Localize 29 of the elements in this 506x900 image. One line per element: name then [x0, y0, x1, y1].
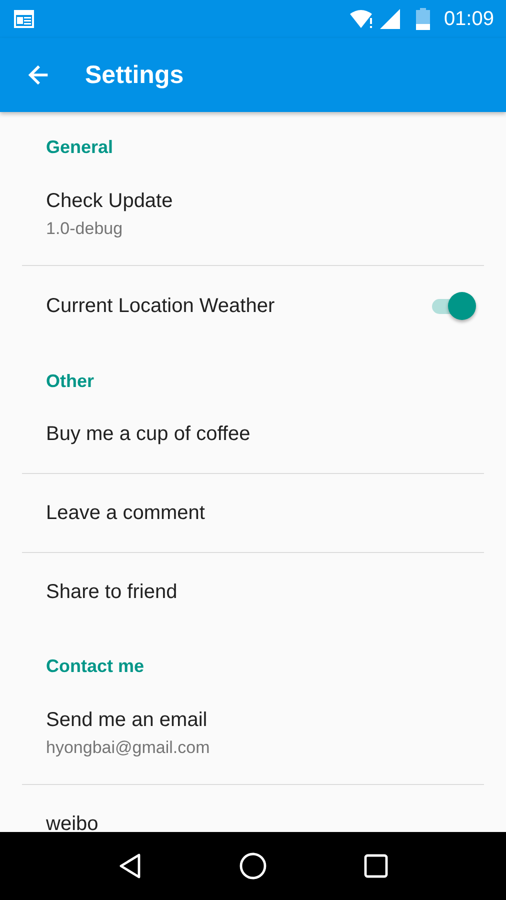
screen-title: Settings [85, 60, 184, 90]
preference-title: Share to friend [46, 580, 178, 605]
preference-item[interactable]: weibo [0, 785, 506, 832]
preference-title: Send me an email [46, 708, 208, 733]
section-header: Contact me [45, 655, 146, 678]
battery-icon [416, 8, 430, 30]
toggle-switch[interactable] [430, 291, 478, 321]
section-header: Other [45, 370, 96, 393]
preference-item[interactable]: Current Location Weather [0, 266, 506, 346]
status-time: 01:09 [444, 8, 494, 30]
preference-title: Leave a comment [46, 501, 206, 526]
preference-title: Buy me a cup of coffee [46, 422, 252, 447]
preference-title: Check Update [46, 189, 174, 214]
section-header: General [45, 136, 114, 159]
preference-item[interactable]: Leave a comment [0, 474, 506, 552]
home-nav-button[interactable] [238, 852, 267, 880]
back-nav-button[interactable] [118, 853, 142, 879]
preference-summary: hyongbai@gmail.com [46, 737, 211, 759]
preference-title: Current Location Weather [46, 294, 276, 319]
preference-title: weibo [46, 812, 100, 832]
wifi-icon [350, 9, 374, 29]
preference-item[interactable]: Check Update 1.0-debug [0, 161, 506, 265]
preference-summary: 1.0-debug [46, 218, 124, 240]
preference-item[interactable]: Buy me a cup of coffee [0, 395, 506, 473]
calendar-icon [14, 10, 34, 28]
recents-nav-button[interactable] [364, 854, 388, 878]
signal-icon [380, 9, 400, 29]
preference-item[interactable]: Share to friend [0, 553, 506, 631]
preference-item[interactable]: Send me an email hyongbai@gmail.com [0, 680, 506, 784]
